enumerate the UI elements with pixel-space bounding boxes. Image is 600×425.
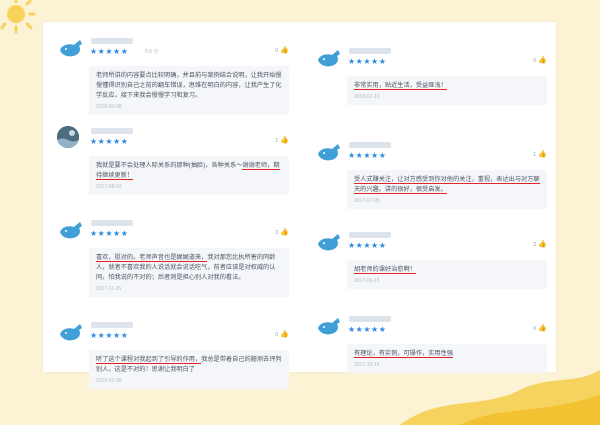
- review-card: ★★★★★ 2 👍 喜欢，挺对的。老师声音也是娓娓道来，我对那您比执所害的同龄人，…: [57, 218, 289, 297]
- star-rating: ★★★★★: [348, 241, 387, 250]
- review-card: ★★★★★ 0 👍 有理论，有实例，可操作，实用性强 2017-10-14: [315, 314, 547, 373]
- username[interactable]: [91, 128, 133, 134]
- star-rating: ★★★★★: [90, 47, 129, 56]
- review-text: 我就是要不会处理人际关系的那种(抽脸)，各种关系～谢谢老师，期待继续更新！: [96, 161, 283, 181]
- review-bubble: 胡老师的课好治愈啊！ 2017-06-15: [347, 260, 547, 289]
- like-button[interactable]: 0 👍: [275, 331, 289, 339]
- review-date: 2017-07-05: [354, 198, 380, 204]
- like-count: 0: [275, 332, 279, 338]
- username[interactable]: [349, 232, 391, 238]
- like-count: 2: [533, 242, 537, 248]
- username[interactable]: [91, 322, 133, 328]
- review-card: ★★★★★ 0 👍 听了这个课程对我起到了引导的作用，我总是带着自己的臆测去评判别…: [57, 320, 289, 389]
- like-count: 0: [533, 58, 537, 64]
- review-card: ★★★★★ 5.0 分 0 👍 老师所讲的内容要点比较明确，并且前与案例结合说明，…: [57, 36, 289, 115]
- whale-icon[interactable]: [315, 46, 343, 70]
- review-date: 2017-06-15: [354, 278, 380, 284]
- review-text: 受人式赚关注，让对方感受到你对他的关注，重视，表达出与对方聊天的兴趣。讲的很好，…: [354, 175, 541, 195]
- like-button[interactable]: 0 👍: [275, 47, 289, 55]
- review-date: 2017-11-25: [96, 286, 122, 292]
- review-bubble: 有理论，有实例，可操作，实用性强 2017-10-14: [347, 344, 547, 373]
- like-count: 2: [275, 230, 279, 236]
- review-bubble: 老师所讲的内容要点比较明确，并且前与案例结合说明，让我开始慢慢懂得识别自己之前的…: [89, 66, 289, 115]
- review-text-highlight: 非常实用，贴近生活，受益匪浅！: [354, 82, 447, 90]
- rating-meta: 5.0 分: [145, 49, 159, 55]
- username[interactable]: [91, 38, 133, 44]
- whale-icon[interactable]: [315, 230, 343, 254]
- review-card: ★★★★★ 1 👍 我就是要不会处理人际关系的那种(抽脸)，各种关系～谢谢老师，期…: [57, 126, 289, 195]
- review-card: ★★★★★ 1 👍 受人式赚关注，让对方感受到你对他的关注，重视，表达出与对方聊天…: [315, 140, 547, 209]
- review-date: 2017-08-02: [96, 184, 122, 190]
- like-button[interactable]: 2 👍: [275, 229, 289, 237]
- thumbs-up-icon: 👍: [538, 57, 547, 64]
- like-button[interactable]: 1 👍: [275, 137, 289, 145]
- review-text: 非常实用，贴近生活，受益匪浅！: [354, 81, 541, 91]
- username[interactable]: [91, 220, 133, 226]
- review-text-highlight: 有理论，有实例，可操作，实用性强: [354, 350, 453, 358]
- like-button[interactable]: 0 👍: [533, 325, 547, 333]
- review-text-highlight: 听了这个课程对我起到了引导的作用，: [96, 356, 202, 364]
- review-bubble: 我就是要不会处理人际关系的那种(抽脸)，各种关系～谢谢老师，期待继续更新！ 20…: [89, 156, 289, 195]
- review-text: 听了这个课程对我起到了引导的作用，我总是带着自己的臆测去评判别人，这是不对的！思…: [96, 355, 283, 375]
- whale-icon[interactable]: [57, 36, 85, 60]
- thumbs-up-icon: 👍: [538, 325, 547, 332]
- like-button[interactable]: 0 👍: [533, 57, 547, 65]
- review-text-plain: 我就是要不会处理人际关系的那种(抽脸)，各种关系～: [96, 162, 243, 169]
- star-rating: ★★★★★: [348, 151, 387, 160]
- whale-icon[interactable]: [57, 320, 85, 344]
- review-bubble: 听了这个课程对我起到了引导的作用，我总是带着自己的臆测去评判别人，这是不对的！思…: [89, 350, 289, 389]
- review-date: 2017-10-14: [354, 362, 380, 368]
- thumbs-up-icon: 👍: [280, 47, 289, 54]
- review-text-highlight: 胡老师的课好治愈啊！: [354, 266, 416, 274]
- star-rating: ★★★★★: [90, 137, 129, 146]
- review-text-highlight: 喜欢，挺对的。老师声音也是娓娓道来，: [96, 254, 208, 262]
- thumbs-up-icon: 👍: [280, 229, 289, 236]
- like-count: 1: [533, 152, 537, 158]
- review-date: 2018-02-19: [354, 94, 380, 100]
- username[interactable]: [349, 142, 391, 148]
- like-button[interactable]: 2 👍: [533, 241, 547, 249]
- ocean-avatar-icon[interactable]: [57, 126, 79, 148]
- review-bubble: 喜欢，挺对的。老师声音也是娓娓道来，我对那您比执所害的同龄人，就者不喜欢我的人说…: [89, 248, 289, 297]
- star-rating: ★★★★★: [348, 57, 387, 66]
- star-rating: ★★★★★: [90, 331, 129, 340]
- review-bubble: 受人式赚关注，让对方感受到你对他的关注，重视，表达出与对方聊天的兴趣。讲的很好，…: [347, 170, 547, 209]
- review-card: ★★★★★ 2 👍 胡老师的课好治愈啊！ 2017-06-15: [315, 230, 547, 289]
- like-count: 1: [275, 138, 279, 144]
- thumbs-up-icon: 👍: [280, 331, 289, 338]
- review-text-highlight: 受人式赚关注，让对方感受到你对他的关注，重视，表达出与对方聊天的兴趣。讲的很好，…: [354, 176, 540, 194]
- whale-icon[interactable]: [315, 140, 343, 164]
- review-date: 2018-01-09: [96, 378, 122, 384]
- review-card: ★★★★★ 0 👍 非常实用，贴近生活，受益匪浅！ 2018-02-19: [315, 46, 547, 105]
- reviews-panel: ★★★★★ 5.0 分 0 👍 老师所讲的内容要点比较明确，并且前与案例结合说明，…: [43, 22, 556, 389]
- thumbs-up-icon: 👍: [538, 241, 547, 248]
- whale-icon[interactable]: [57, 218, 85, 242]
- review-bubble: 非常实用，贴近生活，受益匪浅！ 2018-02-19: [347, 76, 547, 105]
- like-button[interactable]: 1 👍: [533, 151, 547, 159]
- star-rating: ★★★★★: [348, 325, 387, 334]
- review-text-plain: 老师所讲的内容要点比较明确，并且前与案例结合说明，让我开始慢慢懂得识别自己之前的…: [96, 72, 282, 99]
- username[interactable]: [349, 316, 391, 322]
- thumbs-up-icon: 👍: [538, 151, 547, 158]
- review-text: 有理论，有实例，可操作，实用性强: [354, 349, 541, 359]
- like-count: 0: [533, 326, 537, 332]
- username[interactable]: [349, 48, 391, 54]
- review-text: 喜欢，挺对的。老师声音也是娓娓道来，我对那您比执所害的同龄人，就者不喜欢我的人说…: [96, 253, 283, 283]
- star-rating: ★★★★★: [90, 229, 129, 238]
- review-text: 老师所讲的内容要点比较明确，并且前与案例结合说明，让我开始慢慢懂得识别自己之前的…: [96, 71, 283, 101]
- thumbs-up-icon: 👍: [280, 137, 289, 144]
- review-text: 胡老师的课好治愈啊！: [354, 265, 541, 275]
- review-date: 2018-02-08: [96, 104, 122, 110]
- whale-icon[interactable]: [315, 314, 343, 338]
- like-count: 0: [275, 48, 279, 54]
